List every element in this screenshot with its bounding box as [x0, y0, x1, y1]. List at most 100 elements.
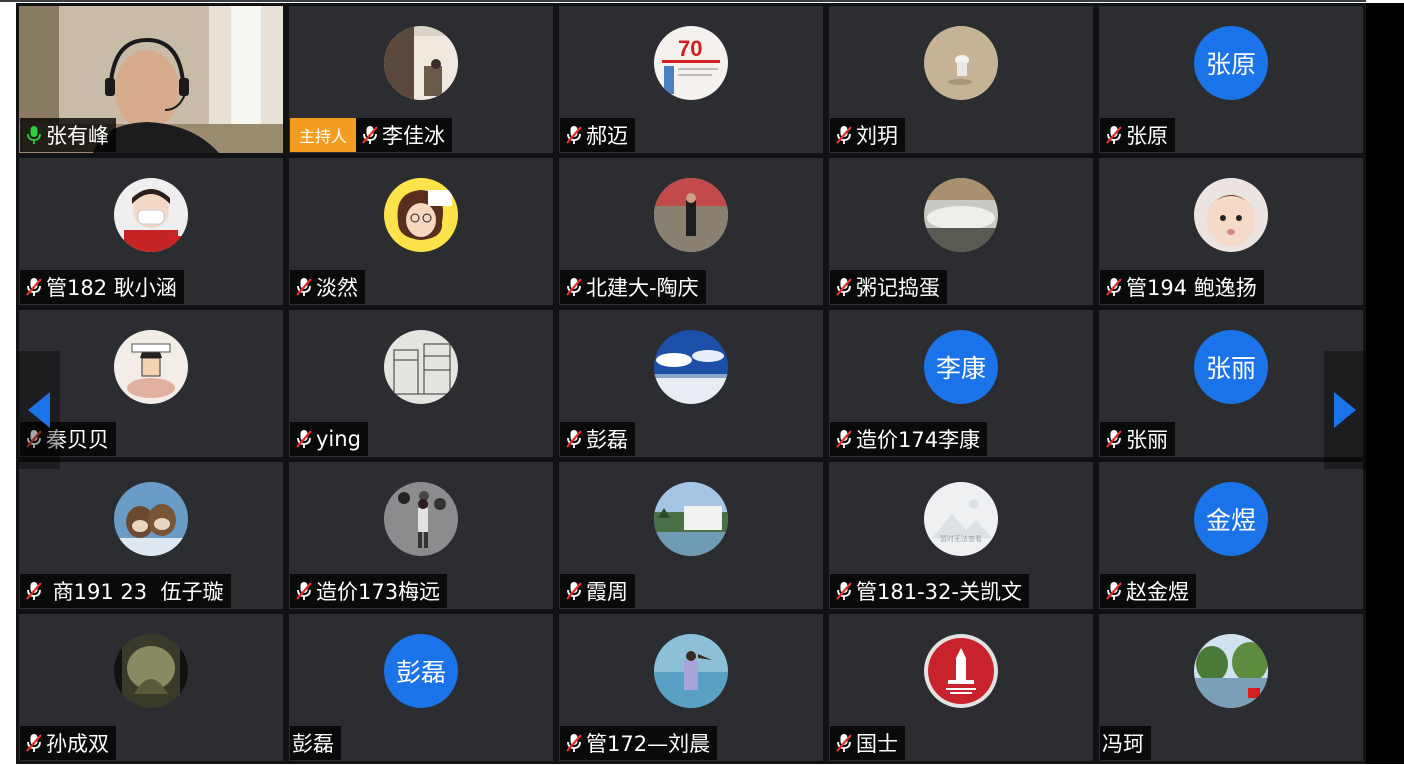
participant-name: ying: [316, 427, 361, 451]
mic-muted-icon: [564, 276, 584, 298]
participant-name: 刘玥: [856, 124, 898, 148]
participant-name: 李佳冰: [382, 124, 446, 148]
right-edge-panel: [1366, 3, 1404, 764]
participant-name-box: 张丽: [1100, 422, 1175, 456]
name-label-bar: 张有峰: [20, 118, 116, 152]
participant-name-box: ying: [290, 422, 368, 456]
top-border: [0, 0, 1366, 2]
mic-icon: [24, 124, 44, 146]
name-label-bar: 管194 鲍逸扬: [1100, 270, 1264, 304]
name-label-bar: 孙成双: [20, 726, 116, 760]
participant-name: 国士: [856, 732, 898, 756]
participant-tile[interactable]: 粥记捣蛋: [829, 158, 1093, 305]
avatar: [924, 634, 998, 708]
participant-tile[interactable]: ying: [289, 310, 553, 457]
participant-tile[interactable]: 管194 鲍逸扬: [1099, 158, 1363, 305]
next-page-button[interactable]: [1324, 351, 1366, 469]
participant-tile[interactable]: 金煜 赵金煜: [1099, 462, 1363, 609]
avatar: [654, 178, 728, 252]
mic-muted-icon: [564, 580, 584, 602]
avatar: 张丽: [1194, 330, 1268, 404]
name-label-bar: 淡然: [290, 270, 365, 304]
participant-name-box: 张有峰: [20, 118, 116, 152]
mic-muted-icon: [564, 428, 584, 450]
participant-name-box: 霞周: [560, 574, 635, 608]
participant-tile[interactable]: 70 郝迈: [559, 6, 823, 153]
participant-name-box: 造价173梅远: [290, 574, 448, 608]
participant-name-box: 赵金煜: [1100, 574, 1196, 608]
name-label-bar: 管172—刘晨: [560, 726, 718, 760]
participant-name: 商191 23 伍子璇: [46, 580, 224, 604]
participant-name-box: 国士: [830, 726, 905, 760]
participant-name-box: 管182 耿小涵: [20, 270, 184, 304]
participant-name: 管172—刘晨: [586, 732, 711, 756]
mic-muted-icon: [24, 276, 44, 298]
prev-page-button[interactable]: [18, 351, 60, 469]
name-label-bar: 管181-32-关凯文: [830, 574, 1029, 608]
meeting-window: 张有峰 主持人 李佳冰 70 郝迈 刘玥 张原 张原 管182 耿小涵 淡然 北建大-陶庆 粥记捣蛋管…: [0, 0, 1404, 765]
mic-muted-icon: [564, 732, 584, 754]
participant-tile[interactable]: 管172—刘晨: [559, 614, 823, 761]
participant-tile[interactable]: 霞周: [559, 462, 823, 609]
participant-tile[interactable]: 暂时无法查看管181-32-关凯文: [829, 462, 1093, 609]
name-label-bar: 造价174李康: [830, 422, 988, 456]
participant-tile[interactable]: 张有峰: [19, 6, 283, 153]
mic-muted-icon: [1104, 580, 1124, 602]
participant-name: 孙成双: [46, 732, 109, 756]
participant-name-box: 李佳冰: [356, 118, 453, 152]
participant-name: 郝迈: [586, 124, 628, 148]
participant-tile[interactable]: 彭磊 彭磊: [289, 614, 553, 761]
name-label-bar: 刘玥: [830, 118, 905, 152]
participant-tile[interactable]: 商191 23 伍子璇: [19, 462, 283, 609]
avatar: [384, 178, 458, 252]
participant-name-box: 彭磊: [560, 422, 635, 456]
participant-tile[interactable]: 管182 耿小涵: [19, 158, 283, 305]
participant-tile[interactable]: 孙成双: [19, 614, 283, 761]
participant-name-box: 冯珂: [1100, 726, 1151, 760]
mic-muted-icon: [294, 276, 314, 298]
participant-tile[interactable]: 李康 造价174李康: [829, 310, 1093, 457]
avatar: 彭磊: [384, 634, 458, 708]
participant-tile[interactable]: 国士: [829, 614, 1093, 761]
participant-tile[interactable]: 淡然: [289, 158, 553, 305]
participant-tile[interactable]: 张原 张原: [1099, 6, 1363, 153]
participant-tile[interactable]: 彭磊: [559, 310, 823, 457]
avatar: [924, 178, 998, 252]
avatar: [114, 178, 188, 252]
mic-muted-icon: [24, 580, 44, 602]
participant-name: 张有峰: [46, 124, 109, 148]
participant-name-box: 北建大-陶庆: [560, 270, 706, 304]
name-label-bar: 粥记捣蛋: [830, 270, 947, 304]
avatar: [114, 634, 188, 708]
participant-name: 张丽: [1126, 428, 1168, 452]
name-label-bar: 商191 23 伍子璇: [20, 574, 231, 608]
participant-name-box: 管194 鲍逸扬: [1100, 270, 1264, 304]
participant-name: 管194 鲍逸扬: [1126, 276, 1257, 300]
avatar: [1194, 178, 1268, 252]
mic-muted-icon: [834, 124, 854, 146]
participant-tile[interactable]: 主持人 李佳冰: [289, 6, 553, 153]
participant-tile[interactable]: 刘玥: [829, 6, 1093, 153]
participant-name: 冯珂: [1102, 732, 1144, 756]
avatar: [384, 26, 458, 100]
mic-muted-icon: [1104, 276, 1124, 298]
name-label-bar: 冯珂: [1100, 726, 1151, 760]
participant-tile[interactable]: 冯珂: [1099, 614, 1363, 761]
avatar: [114, 482, 188, 556]
participant-name-box: 淡然: [290, 270, 365, 304]
participant-name: 北建大-陶庆: [586, 276, 699, 300]
participant-name-box: 郝迈: [560, 118, 635, 152]
name-label-bar: ying: [290, 422, 368, 456]
name-label-bar: 主持人 李佳冰: [290, 118, 453, 152]
name-label-bar: 赵金煜: [1100, 574, 1196, 608]
name-label-bar: 张丽: [1100, 422, 1175, 456]
avatar: [654, 330, 728, 404]
participant-name: 造价173梅远: [316, 580, 441, 604]
name-label-bar: 国士: [830, 726, 905, 760]
participant-tile[interactable]: 北建大-陶庆: [559, 158, 823, 305]
name-label-bar: 霞周: [560, 574, 635, 608]
avatar: [1194, 634, 1268, 708]
avatar-caption: 暂时无法查看: [940, 535, 982, 543]
participant-name-box: 商191 23 伍子璇: [20, 574, 231, 608]
participant-tile[interactable]: 造价173梅远: [289, 462, 553, 609]
